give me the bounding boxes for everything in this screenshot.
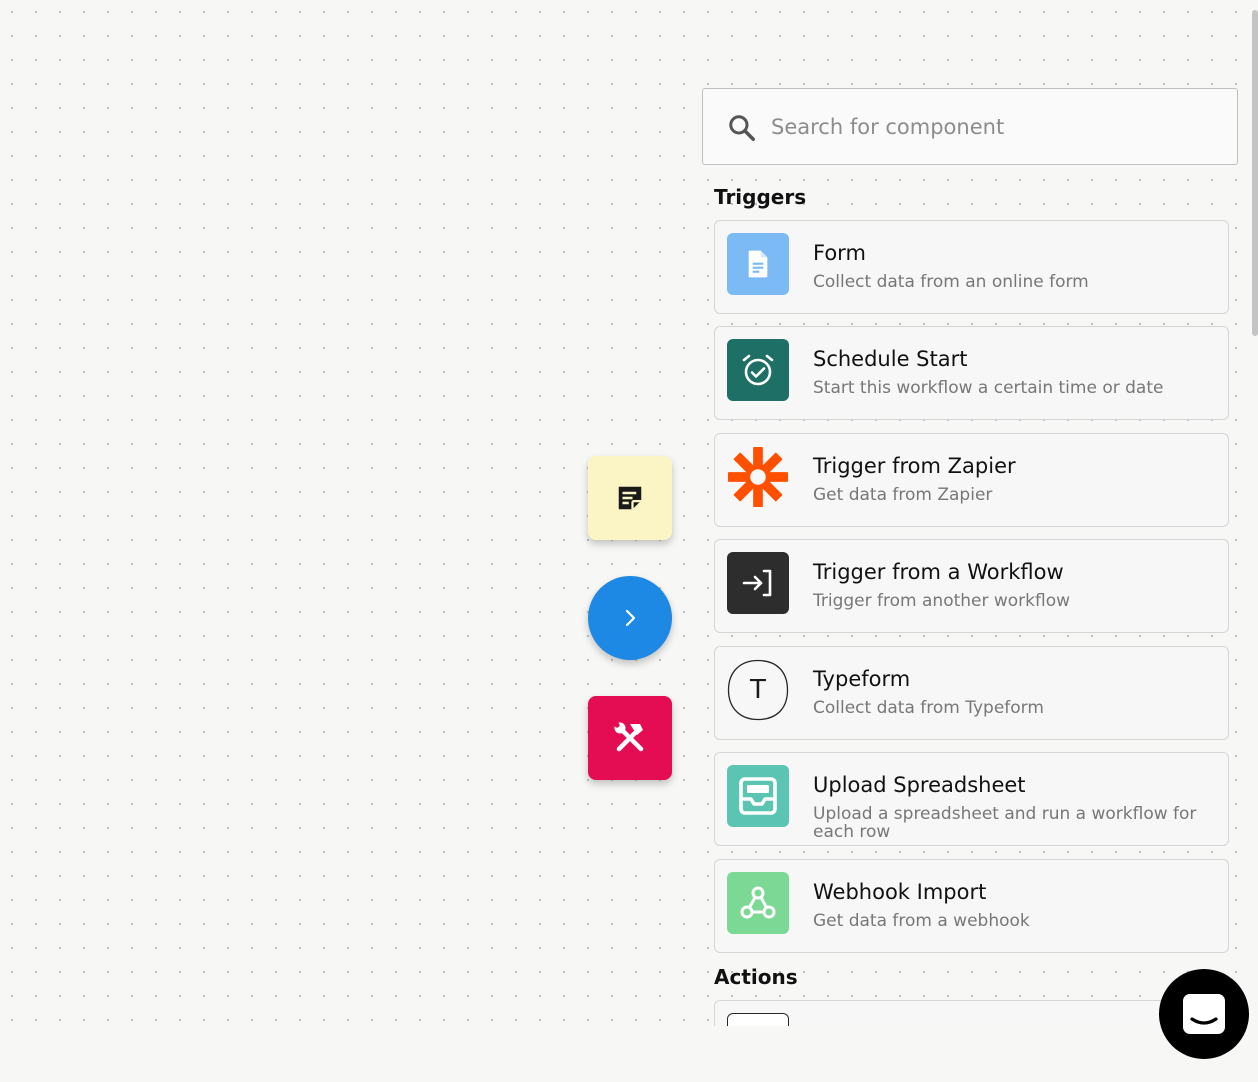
trigger-card-zapier[interactable]: Trigger from Zapier Get data from Zapier <box>714 433 1229 527</box>
webhook-icon <box>727 872 789 934</box>
alarm-clock-icon <box>727 339 789 401</box>
inbox-tray-icon <box>727 765 789 827</box>
trigger-description: Get data from a webhook <box>813 911 1030 931</box>
next-step-button[interactable] <box>588 576 672 660</box>
trigger-description: Start this workflow a certain time or da… <box>813 378 1164 398</box>
chat-icon <box>1183 994 1225 1034</box>
search-input[interactable] <box>771 107 1211 147</box>
chat-launcher-button[interactable] <box>1159 969 1249 1059</box>
enter-icon <box>727 552 789 614</box>
action-icon <box>727 1013 789 1026</box>
trigger-title: Form <box>813 241 866 265</box>
trigger-description: Collect data from Typeform <box>813 698 1044 718</box>
section-title-actions: Actions <box>714 965 798 989</box>
trigger-title: Webhook Import <box>813 880 987 904</box>
hammer-wrench-icon <box>614 722 644 752</box>
trigger-card-webhook-import[interactable]: Webhook Import Get data from a webhook <box>714 859 1229 953</box>
trigger-card-workflow[interactable]: Trigger from a Workflow Trigger from ano… <box>714 539 1229 633</box>
trigger-description: Upload a spreadsheet and run a workflow … <box>813 804 1197 842</box>
tools-button[interactable] <box>588 696 672 780</box>
trigger-description: Get data from Zapier <box>813 485 993 505</box>
bottom-bar <box>0 1030 1258 1082</box>
trigger-description: Collect data from an online form <box>813 272 1089 292</box>
trigger-title: Typeform <box>813 667 911 691</box>
sticky-note-icon <box>618 486 642 510</box>
trigger-card-form[interactable]: Form Collect data from an online form <box>714 220 1229 314</box>
section-title-triggers: Triggers <box>714 185 807 209</box>
trigger-card-schedule-start[interactable]: Schedule Start Start this workflow a cer… <box>714 326 1229 420</box>
zapier-icon <box>727 446 789 508</box>
trigger-title: Schedule Start <box>813 347 968 371</box>
add-note-button[interactable] <box>588 456 672 540</box>
trigger-title: Upload Spreadsheet <box>813 773 1026 797</box>
panel-scrollbar[interactable] <box>1252 10 1258 336</box>
typeform-icon: T <box>727 659 789 721</box>
action-card[interactable] <box>714 1000 1229 1026</box>
chevron-right-icon <box>625 609 636 627</box>
trigger-description: Trigger from another workflow <box>813 591 1071 611</box>
typeform-letter: T <box>750 675 766 705</box>
component-panel: Triggers Form Collect data from an onlin… <box>702 0 1242 1026</box>
trigger-title: Trigger from Zapier <box>813 454 1016 478</box>
trigger-card-typeform[interactable]: T Typeform Collect data from Typeform <box>714 646 1229 740</box>
document-icon <box>727 233 789 295</box>
trigger-card-upload-spreadsheet[interactable]: Upload Spreadsheet Upload a spreadsheet … <box>714 752 1229 846</box>
search-box <box>702 88 1238 165</box>
search-icon <box>729 115 755 141</box>
trigger-title: Trigger from a Workflow <box>813 560 1064 584</box>
